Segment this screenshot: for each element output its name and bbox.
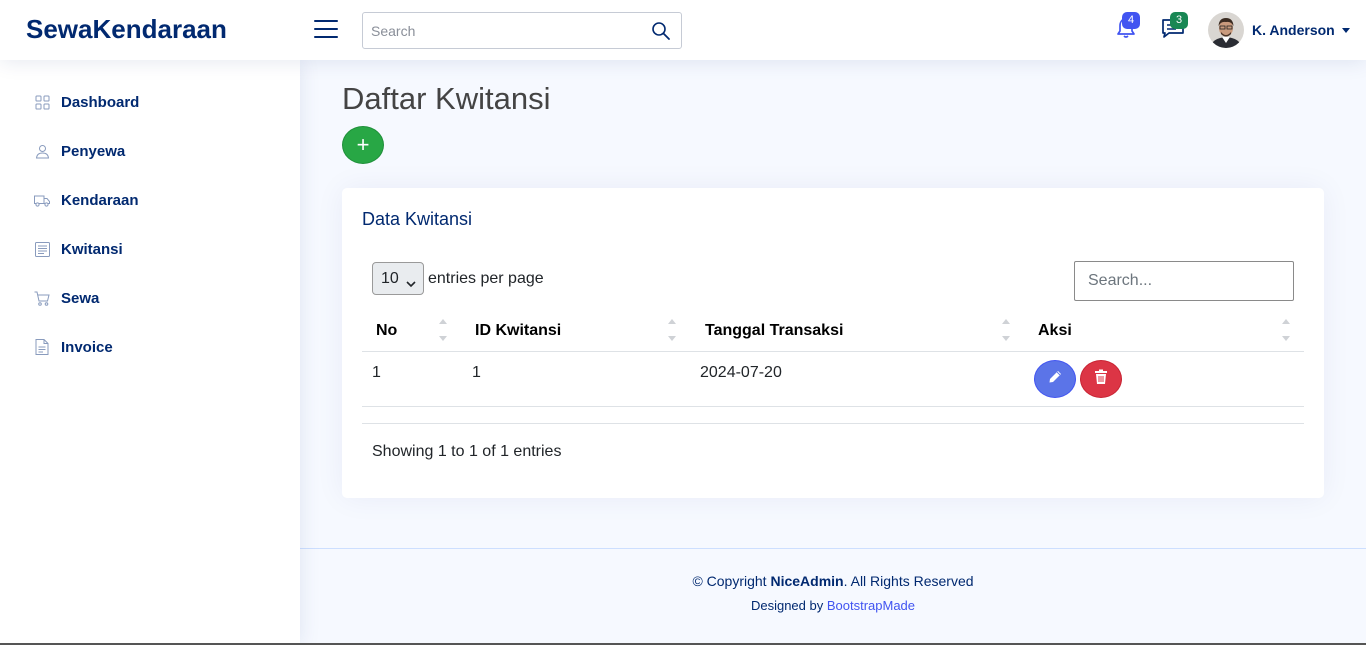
- sidebar-item-penyewa[interactable]: Penyewa: [20, 131, 280, 171]
- top-header: SewaKendaraan 4 3 K. Ander: [0, 0, 1366, 60]
- header-divider: [362, 351, 1304, 352]
- menu-toggle-icon[interactable]: [314, 18, 338, 40]
- column-header-id-kwitansi[interactable]: ID Kwitansi: [475, 322, 561, 340]
- sidebar-item-kendaraan[interactable]: Kendaraan: [20, 180, 280, 220]
- cell-id-kwitansi: 1: [472, 364, 481, 381]
- pencil-icon: [1047, 369, 1063, 390]
- sidebar-item-label: Invoice: [61, 338, 113, 356]
- chevron-down-icon: [1342, 28, 1350, 33]
- footer-brand: NiceAdmin: [770, 573, 844, 589]
- page-title: Daftar Kwitansi: [342, 81, 551, 116]
- chevron-down-icon: [406, 275, 416, 293]
- table-bottom-divider: [362, 423, 1304, 424]
- file-text-icon: [34, 339, 50, 355]
- cart-icon: [34, 290, 50, 306]
- app-logo[interactable]: SewaKendaraan: [26, 14, 227, 45]
- search-input[interactable]: [363, 13, 633, 48]
- showing-info: Showing 1 to 1 of 1 entries: [372, 443, 562, 460]
- entries-per-page-select[interactable]: 10: [372, 262, 424, 295]
- receipt-icon: [34, 241, 50, 257]
- messages-chat-icon[interactable]: 3: [1160, 12, 1188, 40]
- sort-icon[interactable]: [1002, 319, 1010, 343]
- cell-no: 1: [372, 364, 381, 381]
- truck-icon: [34, 192, 50, 208]
- search-icon[interactable]: [651, 21, 671, 41]
- sort-icon[interactable]: [668, 319, 676, 343]
- table-search-input[interactable]: [1074, 261, 1294, 301]
- column-header-no[interactable]: No: [376, 322, 397, 340]
- sidebar-item-invoice[interactable]: Invoice: [20, 327, 280, 367]
- footer: © Copyright NiceAdmin. All Rights Reserv…: [300, 548, 1366, 645]
- sidebar: Dashboard Penyewa Kendaraan Kwitansi Sew…: [0, 60, 300, 645]
- sidebar-item-label: Dashboard: [61, 93, 140, 111]
- copyright-text: © Copyright NiceAdmin. All Rights Reserv…: [692, 573, 974, 589]
- entries-value: 10: [381, 270, 399, 287]
- person-icon: [34, 143, 50, 159]
- row-divider: [362, 406, 1304, 407]
- add-kwitansi-button[interactable]: +: [342, 126, 384, 164]
- edit-button[interactable]: [1034, 360, 1076, 398]
- sidebar-item-label: Kendaraan: [61, 191, 139, 209]
- grid-icon: [34, 94, 50, 110]
- notifications-bell-icon[interactable]: 4: [1114, 12, 1140, 40]
- designer-link[interactable]: BootstrapMade: [827, 598, 915, 613]
- trash-icon: [1094, 369, 1108, 390]
- sidebar-item-kwitansi[interactable]: Kwitansi: [20, 229, 280, 269]
- sidebar-item-dashboard[interactable]: Dashboard: [20, 82, 280, 122]
- sidebar-item-label: Sewa: [61, 289, 100, 307]
- credits-text: Designed by BootstrapMade: [750, 598, 916, 613]
- sidebar-item-label: Kwitansi: [61, 240, 123, 258]
- sort-icon[interactable]: [1282, 319, 1290, 343]
- delete-button[interactable]: [1080, 360, 1122, 398]
- data-card: Data Kwitansi 10 entries per page No ID …: [342, 188, 1324, 498]
- avatar: [1208, 12, 1244, 48]
- sidebar-item-sewa[interactable]: Sewa: [20, 278, 280, 318]
- search-bar: [362, 12, 682, 49]
- sidebar-item-label: Penyewa: [61, 142, 126, 160]
- cell-tanggal-transaksi: 2024-07-20: [700, 364, 782, 381]
- entries-label: entries per page: [428, 270, 544, 287]
- notifications-badge: 4: [1122, 12, 1140, 29]
- column-header-aksi[interactable]: Aksi: [1038, 322, 1072, 340]
- profile-name: K. Anderson: [1252, 22, 1335, 38]
- column-header-tanggal-transaksi[interactable]: Tanggal Transaksi: [705, 322, 843, 340]
- card-title: Data Kwitansi: [362, 209, 473, 229]
- messages-badge: 3: [1170, 12, 1188, 29]
- sort-icon[interactable]: [439, 319, 447, 343]
